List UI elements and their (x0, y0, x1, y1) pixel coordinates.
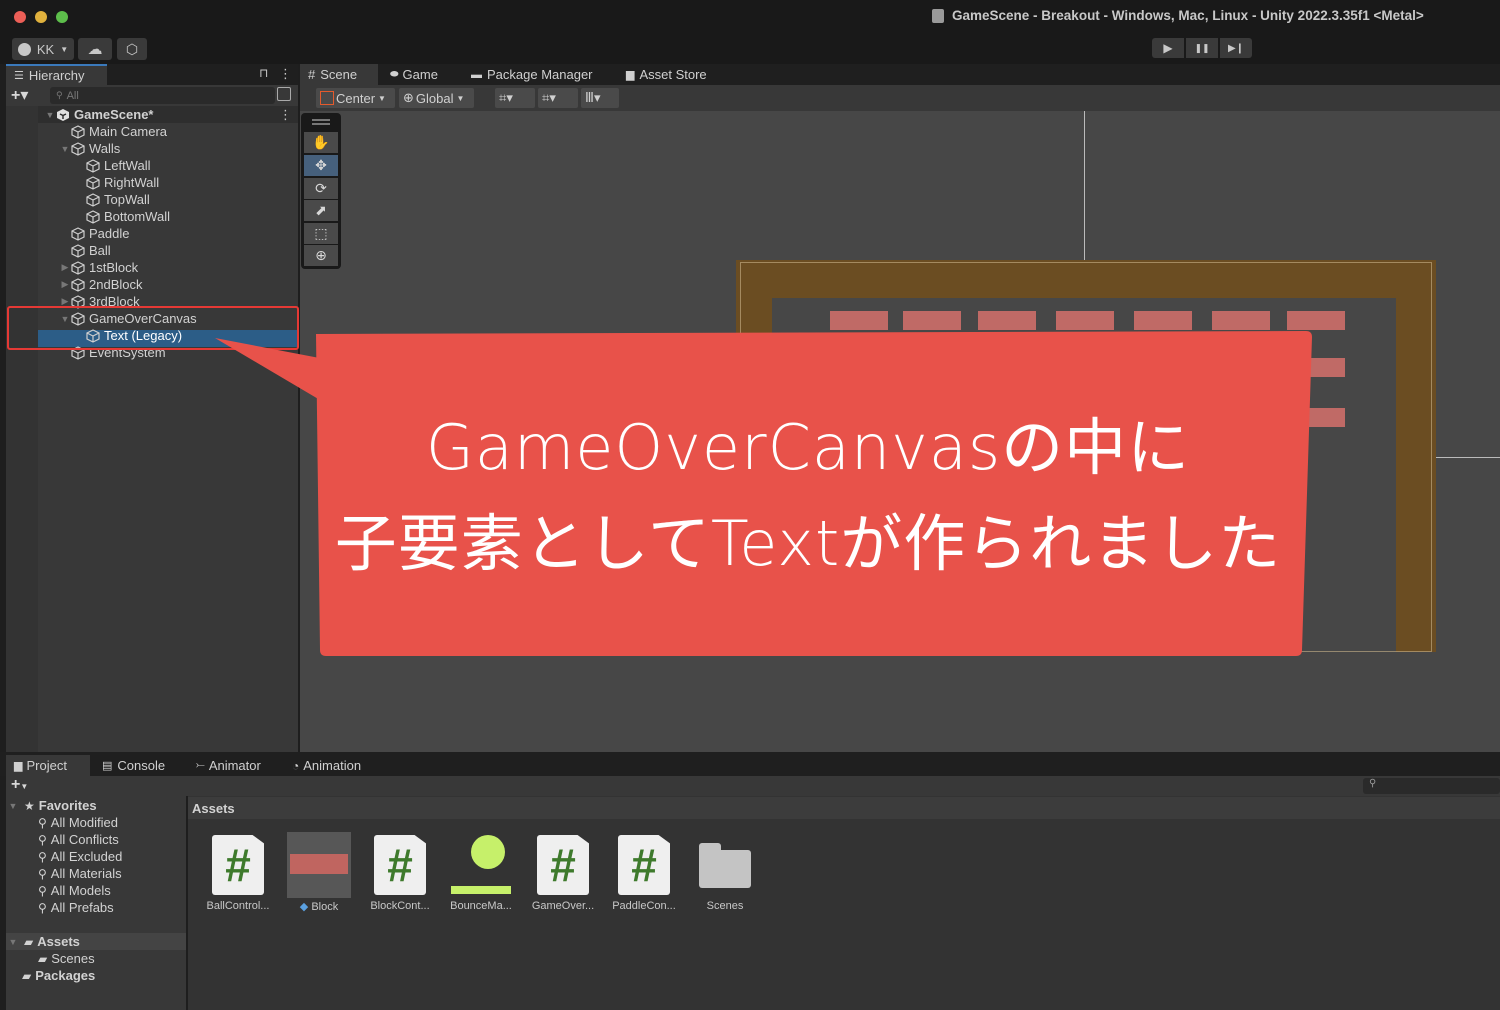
tree-item-assets[interactable]: ▼ ▰ Assets (6, 933, 80, 950)
csharp-script-icon: # (537, 835, 589, 895)
tab-project-label: Project (26, 758, 67, 773)
assets-breadcrumb[interactable]: Assets (188, 797, 1500, 819)
tab-console[interactable]: ▤ Console (94, 755, 173, 776)
search-icon: ⚲ (1369, 778, 1377, 789)
tree-item-packages-label: Packages (35, 968, 96, 983)
favorite-item-label: All Prefabs (50, 900, 114, 915)
tree-item-assets-label: Assets (37, 934, 80, 949)
asset-label: Scenes (706, 900, 744, 912)
folder-tab (699, 843, 721, 853)
console-icon: ▤ (102, 760, 113, 772)
block-preview (290, 854, 348, 874)
favorites-label: Favorites (38, 798, 97, 813)
tab-animator-label: Animator (208, 758, 261, 773)
search-icon: ⚲ (38, 866, 47, 881)
asset-label: BlockCont... (370, 900, 430, 912)
folder-icon: ▰ (38, 951, 48, 966)
physics-material-floor-icon (451, 886, 511, 894)
star-icon: ★ (24, 798, 35, 813)
favorite-item[interactable]: ⚲ All Conflicts (38, 831, 119, 848)
open-folder-icon: ▰ (24, 934, 34, 949)
favorite-item[interactable]: ⚲ All Materials (38, 865, 122, 882)
asset-label: BounceMa... (450, 900, 512, 912)
favorite-item-label: All Models (50, 883, 111, 898)
favorite-item-label: All Materials (50, 866, 122, 881)
callout-line-2: 子要素としてTextが作られました (334, 507, 1282, 580)
search-icon: ⚲ (38, 815, 47, 830)
asset-label: GameOver... (531, 900, 595, 912)
clock-icon: ◔ (292, 758, 300, 773)
tab-animation[interactable]: ◔ Animation (284, 755, 369, 776)
csharp-script-icon: # (212, 835, 264, 895)
tree-item-packages[interactable]: ▰ Packages (22, 967, 95, 984)
asset-label: BallControl... (206, 900, 270, 912)
csharp-script-icon: # (374, 835, 426, 895)
tab-project[interactable]: ▆ Project (6, 755, 90, 776)
csharp-script-icon: # (618, 835, 670, 895)
physics-material-ball-icon (471, 835, 505, 869)
asset-label: ◆ Block (274, 900, 364, 913)
favorite-item[interactable]: ⚲ All Modified (38, 814, 118, 831)
prefab-thumbnail (287, 832, 351, 898)
folder-icon: ▆ (14, 760, 23, 772)
callout-line-1: GameOverCanvasの中に (425, 411, 1191, 484)
search-icon: ⚲ (38, 883, 47, 898)
tab-animator[interactable]: ⤚ Animator (188, 755, 269, 776)
favorite-item[interactable]: ⚲ All Models (38, 882, 111, 899)
search-icon: ⚲ (38, 832, 47, 847)
folder-icon: ▰ (22, 968, 32, 983)
favorite-item[interactable]: ⚲ All Prefabs (38, 899, 114, 916)
animator-icon: ⤚ (196, 759, 205, 771)
expand-arrow-icon: ▼ (8, 936, 18, 947)
callout-pointer (215, 338, 330, 400)
callout-text: GameOverCanvasの中に 子要素としてTextが作られました (318, 400, 1298, 592)
expand-arrow-icon: ▼ (8, 800, 18, 811)
project-search-input[interactable]: ⚲ (1363, 778, 1500, 794)
favorite-item-label: All Conflicts (50, 832, 119, 847)
project-create-button[interactable]: +▼ (11, 776, 28, 794)
asset-label-text: Block (311, 901, 339, 913)
tree-item-scenes[interactable]: ▰ Scenes (38, 950, 95, 967)
tree-item-scenes-label: Scenes (51, 951, 95, 966)
favorite-item[interactable]: ⚲ All Excluded (38, 848, 122, 865)
search-icon: ⚲ (38, 900, 47, 915)
folder-icon (699, 850, 751, 888)
tab-animation-label: Animation (303, 758, 362, 773)
search-icon: ⚲ (38, 849, 47, 864)
asset-label: PaddleCon... (612, 900, 676, 912)
project-toolbar (6, 776, 1500, 796)
favorite-item-label: All Modified (50, 815, 118, 830)
favorites-header[interactable]: ▼ ★ Favorites (6, 797, 97, 814)
prefab-cube-icon: ◆ (299, 901, 309, 913)
tab-console-label: Console (117, 758, 166, 773)
favorite-item-label: All Excluded (50, 849, 123, 864)
